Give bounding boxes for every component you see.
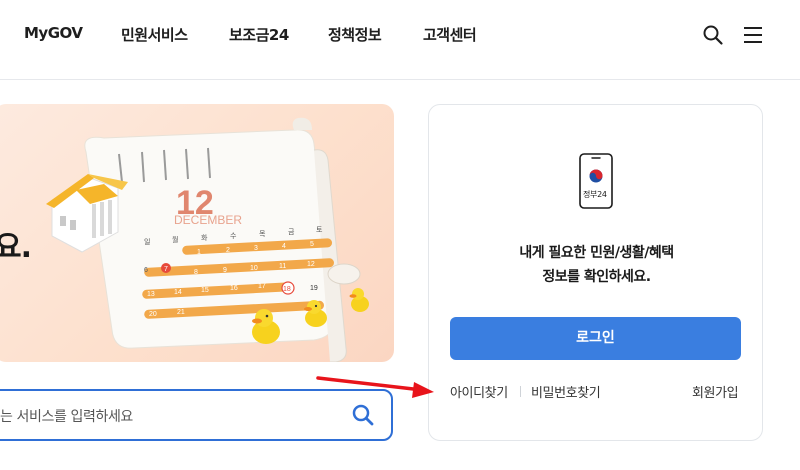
signup-link[interactable]: 회원가입 [692,382,739,401]
calendar-day: 2 [226,247,230,254]
calendar-day: 1 [197,249,201,256]
calendar-day: 20 [149,311,157,318]
find-password-link[interactable]: 비밀번호찾기 [531,382,601,401]
top-header: MyGOV 민원서비스 보조금24 정책정보 고객센터 [0,0,800,80]
calendar-day: 4 [282,243,286,250]
weekday-label: 일 [144,237,150,246]
nav-item-policy-info[interactable]: 정책정보 [328,24,382,45]
nav-item-subsidy24[interactable]: 보조금24 [229,24,289,45]
calendar-day: 12 [307,261,315,268]
red-arrow-annotation [316,376,434,398]
login-message-line1: 내게 필요한 민원/생활/혜택 [519,245,674,261]
nav-item-customer-center[interactable]: 고객센터 [423,24,477,45]
calendar-day: 10 [250,265,258,272]
calendar-day: 17 [258,283,266,290]
weekday-label: 월 [172,235,178,244]
hamburger-menu-icon[interactable] [742,24,764,46]
logo-mygov[interactable]: MyGOV [24,24,83,42]
login-button[interactable]: 로그인 [450,317,741,360]
weekday-label: 토 [316,226,323,234]
weekday-label: 목 [259,230,266,238]
weekday-label: 금 [288,228,295,236]
calendar-day: 7 [164,266,168,273]
nav-item-civil-service[interactable]: 민원서비스 [121,24,188,45]
promo-banner[interactable]: 12 DECEMBER 일 월 화 수 목 금 토 1 2 3 4 5 6 7 [0,104,394,362]
login-message: 내게 필요한 민원/생활/혜택 정보를 확인하세요. [429,241,764,289]
calendar-day: 5 [310,241,314,248]
login-message-line2: 정보를 확인하세요. [542,269,651,285]
calendar-illustration: 12 DECEMBER 일 월 화 수 목 금 토 1 2 3 4 5 6 7 [46,117,369,362]
calendar-day: 21 [177,309,185,316]
calendar-day: 9 [223,267,227,274]
calendar-day: 15 [201,287,209,294]
mobile-gov24-icon: 정부24 [579,153,613,209]
calendar-day: 18 [283,286,291,293]
gov24-label: 정부24 [583,190,607,199]
weekday-label: 화 [201,234,208,242]
link-divider [520,386,521,397]
calendar-day: 19 [310,285,318,292]
calendar-day: 16 [230,285,238,292]
calendar-day: 6 [144,267,148,274]
search-icon[interactable] [702,24,724,46]
calendar-day: 13 [147,291,155,298]
weekday-label: 수 [230,232,237,240]
search-submit-icon[interactable] [351,403,375,427]
search-placeholder: 는 서비스를 입력하세요 [0,409,133,425]
login-card: 정부24 내게 필요한 민원/생활/혜택 정보를 확인하세요. 로그인 아이디찾… [428,104,763,441]
calendar-day: 11 [279,263,286,270]
calendar-day: 8 [194,269,198,276]
banner-headline: 요. [0,230,32,265]
find-id-link[interactable]: 아이디찾기 [450,382,508,401]
calendar-day: 3 [254,245,258,252]
calendar-month-name: DECEMBER [174,213,242,227]
calendar-day: 14 [174,289,182,296]
